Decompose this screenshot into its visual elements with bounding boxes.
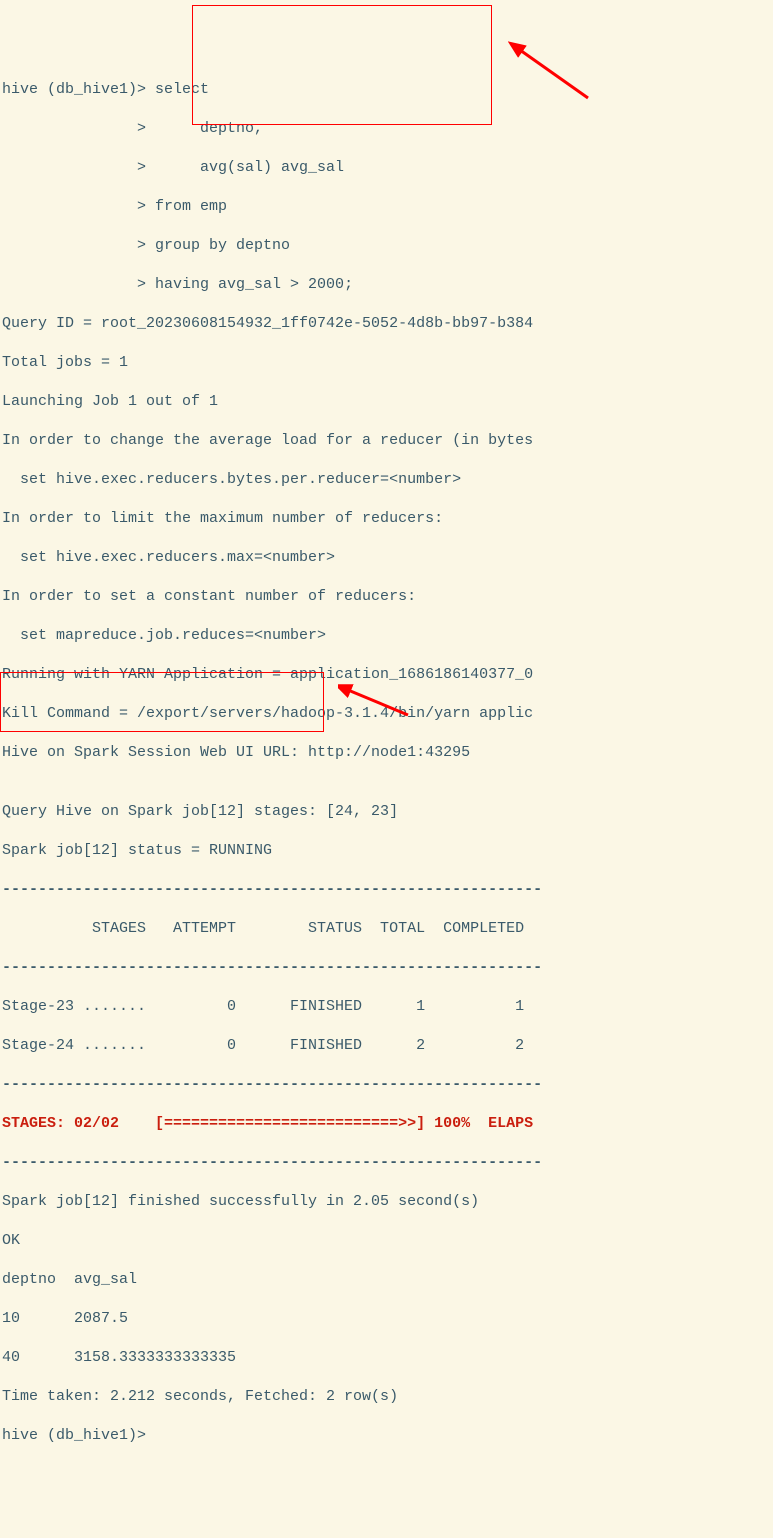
output-reducer-msg-3: In order to set a constant number of red… [2,587,771,607]
output-dashes-3: ----------------------------------------… [2,1075,771,1095]
output-reducer-set-3: set mapreduce.job.reduces=<number> [2,626,771,646]
output-result-header: deptno avg_sal [2,1270,771,1290]
terminal-line-cont: > deptno, [2,119,771,139]
terminal-line-cont: > avg(sal) avg_sal [2,158,771,178]
output-reducer-set-2: set hive.exec.reducers.max=<number> [2,548,771,568]
output-query-stages: Query Hive on Spark job[12] stages: [24,… [2,802,771,822]
terminal-line-cont: > from emp [2,197,771,217]
output-dashes-1: ----------------------------------------… [2,880,771,900]
output-time-taken: Time taken: 2.212 seconds, Fetched: 2 ro… [2,1387,771,1407]
output-query-id: Query ID = root_20230608154932_1ff0742e-… [2,314,771,334]
output-reducer-msg-2: In order to limit the maximum number of … [2,509,771,529]
output-kill-cmd: Kill Command = /export/servers/hadoop-3.… [2,704,771,724]
output-result-row-1: 10 2087.5 [2,1309,771,1329]
continuation: > [2,276,146,293]
continuation: > [2,120,146,137]
terminal-line-cont: > having avg_sal > 2000; [2,275,771,295]
output-stage-23: Stage-23 ....... 0 FINISHED 1 1 [2,997,771,1017]
annotation-box-1 [192,5,492,125]
output-result-row-2: 40 3158.3333333333335 [2,1348,771,1368]
output-stage-24: Stage-24 ....... 0 FINISHED 2 2 [2,1036,771,1056]
continuation: > [2,159,146,176]
output-job-finished: Spark job[12] finished successfully in 2… [2,1192,771,1212]
sql-line-4: from emp [146,198,227,215]
terminal-line-prompt: hive (db_hive1)> select [2,80,771,100]
sql-line-3: avg(sal) avg_sal [146,159,344,176]
output-dashes-4: ----------------------------------------… [2,1153,771,1173]
output-prompt-end: hive (db_hive1)> [2,1426,771,1446]
output-dashes-2: ----------------------------------------… [2,958,771,978]
output-web-ui: Hive on Spark Session Web UI URL: http:/… [2,743,771,763]
output-job-status: Spark job[12] status = RUNNING [2,841,771,861]
output-total-jobs: Total jobs = 1 [2,353,771,373]
output-progress: STAGES: 02/02 [=========================… [2,1114,771,1134]
sql-line-5: group by deptno [146,237,290,254]
output-reducer-set-1: set hive.exec.reducers.bytes.per.reducer… [2,470,771,490]
sql-line-6: having avg_sal > 2000; [146,276,353,293]
continuation: > [2,237,146,254]
output-launching: Launching Job 1 out of 1 [2,392,771,412]
output-reducer-msg-1: In order to change the average load for … [2,431,771,451]
sql-line-1: select [146,81,209,98]
sql-line-2: deptno, [146,120,263,137]
output-ok: OK [2,1231,771,1251]
output-yarn-app: Running with YARN Application = applicat… [2,665,771,685]
continuation: > [2,198,146,215]
output-table-header: STAGES ATTEMPT STATUS TOTAL COMPLETED [2,919,771,939]
terminal-line-cont: > group by deptno [2,236,771,256]
prompt: hive (db_hive1)> [2,81,146,98]
